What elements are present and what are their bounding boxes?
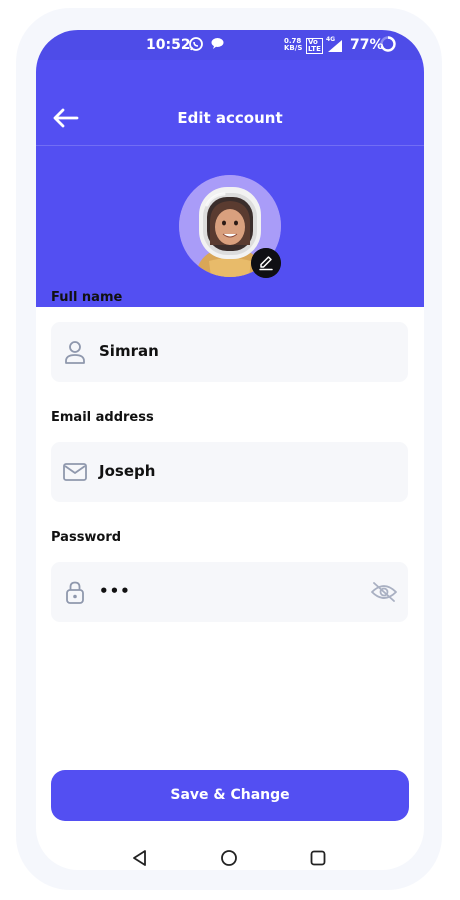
full-name-label: Full name	[51, 290, 123, 305]
mail-icon	[63, 463, 87, 481]
full-name-value: Simran	[99, 342, 159, 360]
net-speed-unit: KB/S	[284, 44, 303, 52]
email-value: Joseph	[99, 462, 156, 480]
page: 10:52 0.78 KB/S Vo LTE 4G 77% Edit accou…	[0, 0, 460, 900]
profile-header: Edit account	[36, 60, 424, 307]
password-field[interactable]: •••	[51, 562, 408, 622]
phone-screen: 10:52 0.78 KB/S Vo LTE 4G 77% Edit accou…	[36, 30, 424, 870]
pencil-icon[interactable]	[251, 248, 281, 278]
battery-ring-icon	[380, 36, 396, 52]
volte-badge: Vo LTE	[306, 38, 323, 54]
triangle-back-icon[interactable]	[131, 849, 149, 867]
email-label: Email address	[51, 410, 154, 425]
full-name-field[interactable]: Simran	[51, 322, 408, 382]
save-change-button[interactable]: Save & Change	[51, 770, 409, 821]
status-bar: 10:52 0.78 KB/S Vo LTE 4G 77%	[36, 30, 424, 60]
page-title: Edit account	[177, 109, 283, 127]
system-nav-bar	[36, 842, 424, 870]
password-value: •••	[99, 582, 131, 600]
user-icon	[65, 341, 85, 364]
eye-off-icon[interactable]	[370, 580, 398, 604]
email-field[interactable]: Joseph	[51, 442, 408, 502]
net-speed: 0.78 KB/S	[284, 38, 302, 52]
chat-bubble-icon	[211, 38, 224, 49]
circle-home-icon[interactable]	[220, 849, 238, 867]
whatsapp-icon	[189, 37, 203, 51]
status-time: 10:52	[146, 37, 191, 53]
volte-bottom: LTE	[308, 45, 321, 53]
password-label: Password	[51, 530, 122, 545]
square-recents-icon[interactable]	[309, 849, 327, 867]
signal-icon	[328, 40, 342, 52]
app-bar: Edit account	[36, 60, 424, 146]
lock-icon	[66, 581, 84, 604]
